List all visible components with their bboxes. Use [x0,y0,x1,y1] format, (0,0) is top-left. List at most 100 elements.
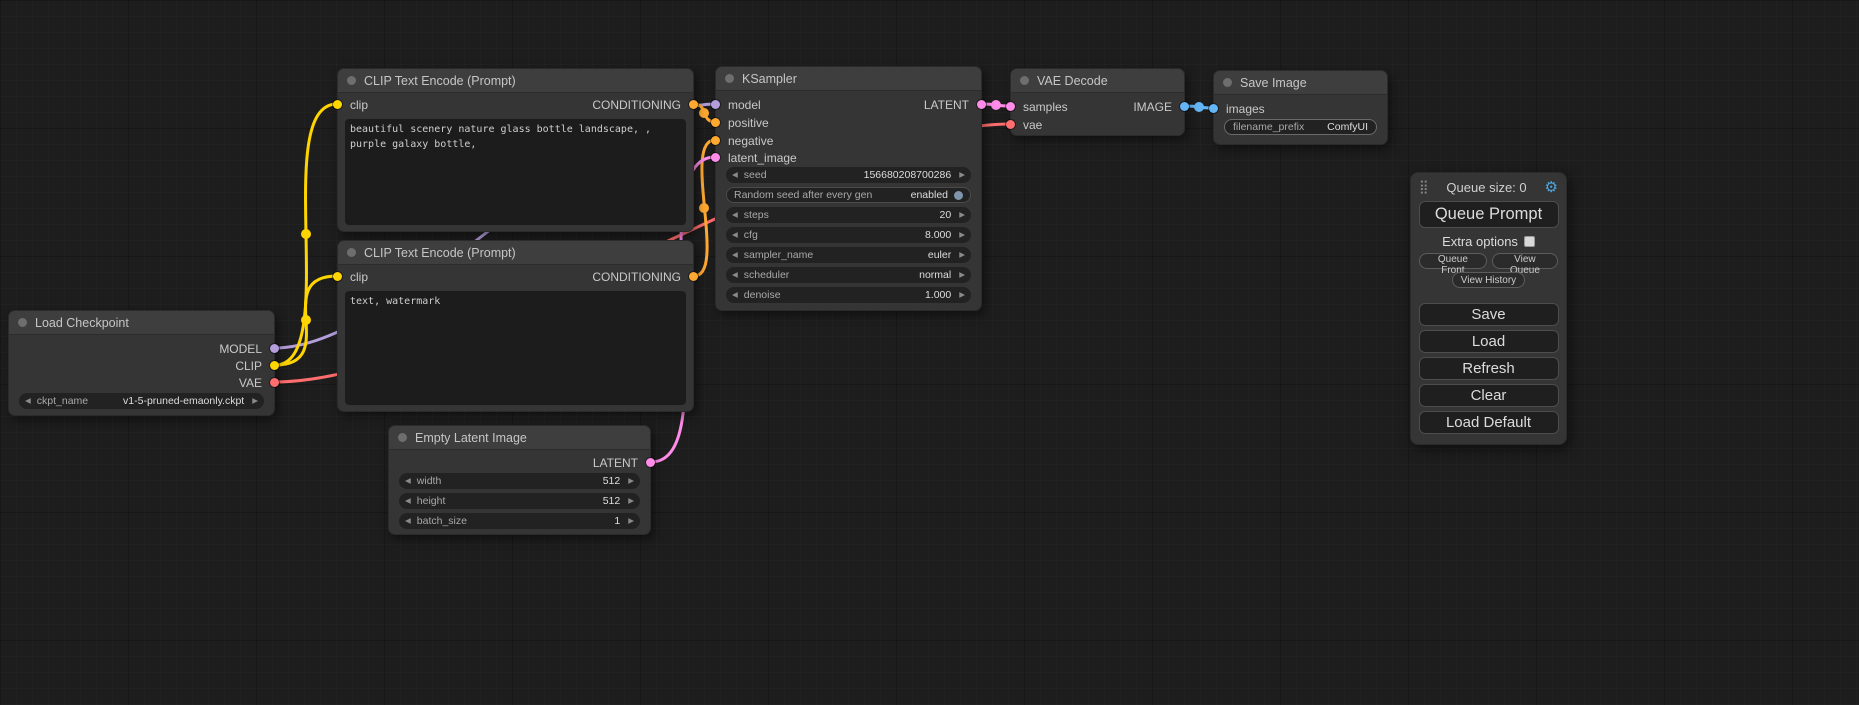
extra-options-label: Extra options [1442,234,1518,249]
input-port-clip[interactable] [333,100,342,109]
prev-arrow-icon[interactable]: ◀ [399,473,417,489]
next-arrow-icon[interactable]: ▶ [953,167,971,183]
input-port-latent-image[interactable] [711,153,720,162]
next-arrow-icon[interactable]: ▶ [622,473,640,489]
collapse-dot[interactable] [1223,78,1232,87]
widget-scheduler[interactable]: ◀ scheduler normal ▶ [726,267,971,283]
node-title-bar[interactable]: CLIP Text Encode (Prompt) [338,241,693,265]
queue-size-label: Queue size: 0 [1446,180,1526,195]
input-port-model[interactable] [711,100,720,109]
prev-arrow-icon[interactable]: ◀ [726,287,744,303]
node-vae-decode[interactable]: VAE Decode samples vae IMAGE [1010,68,1185,136]
refresh-button[interactable]: Refresh [1419,357,1559,380]
load-button[interactable]: Load [1419,330,1559,353]
node-title-bar[interactable]: Save Image [1214,71,1387,95]
extra-options-checkbox[interactable] [1524,236,1535,247]
output-port-latent[interactable] [646,458,655,467]
node-graph-canvas[interactable]: Load Checkpoint MODEL CLIP VAE ◀ ckpt_na… [0,0,1859,705]
next-arrow-icon[interactable]: ▶ [622,493,640,509]
widget-height[interactable]: ◀ height 512 ▶ [399,493,640,509]
collapse-dot[interactable] [398,433,407,442]
output-port-image[interactable] [1180,102,1189,111]
prompt-textarea[interactable]: text, watermark [345,291,686,405]
link-midpoint-dot [1194,102,1204,112]
widget-cfg[interactable]: ◀ cfg 8.000 ▶ [726,227,971,243]
widget-steps[interactable]: ◀ steps 20 ▶ [726,207,971,223]
load-default-button[interactable]: Load Default [1419,411,1559,434]
prev-arrow-icon[interactable]: ◀ [726,207,744,223]
settings-gear-icon[interactable]: ⚙ [1545,178,1558,196]
next-arrow-icon[interactable]: ▶ [953,227,971,243]
node-title-bar[interactable]: Load Checkpoint [9,311,274,335]
save-button[interactable]: Save [1419,303,1559,326]
input-port-vae[interactable] [1006,120,1015,129]
widget-seed[interactable]: ◀ seed 156680208700286 ▶ [726,167,971,183]
widget-filename-prefix[interactable]: filename_prefix ComfyUI [1224,119,1377,135]
clear-button[interactable]: Clear [1419,384,1559,407]
next-arrow-icon[interactable]: ▶ [953,287,971,303]
widget-value: euler [928,249,953,261]
prompt-textarea[interactable]: beautiful scenery nature glass bottle la… [345,119,686,225]
widget-ckpt-name[interactable]: ◀ ckpt_name v1-5-pruned-emaonly.ckpt ▶ [19,393,264,409]
output-label-conditioning: CONDITIONING [592,270,681,284]
input-port-clip[interactable] [333,272,342,281]
node-title-bar[interactable]: Empty Latent Image [389,426,650,450]
prev-arrow-icon[interactable]: ◀ [726,167,744,183]
widget-random-seed-toggle[interactable]: Random seed after every gen enabled [726,187,971,203]
widget-width[interactable]: ◀ width 512 ▶ [399,473,640,489]
node-save-image[interactable]: Save Image images filename_prefix ComfyU… [1213,70,1388,145]
input-port-positive[interactable] [711,118,720,127]
output-port-latent[interactable] [977,100,986,109]
collapse-dot[interactable] [1020,76,1029,85]
collapse-dot[interactable] [347,248,356,257]
input-port-images[interactable] [1209,104,1218,113]
prev-arrow-icon[interactable]: ◀ [19,393,37,409]
node-clip-text-encode-positive[interactable]: CLIP Text Encode (Prompt) clip CONDITION… [337,68,694,232]
prev-arrow-icon[interactable]: ◀ [726,227,744,243]
input-port-negative[interactable] [711,136,720,145]
collapse-dot[interactable] [18,318,27,327]
next-arrow-icon[interactable]: ▶ [622,513,640,529]
next-arrow-icon[interactable]: ▶ [953,247,971,263]
output-port-model[interactable] [270,344,279,353]
input-label-latent-image: latent_image [728,151,797,165]
prev-arrow-icon[interactable]: ◀ [726,267,744,283]
prev-arrow-icon[interactable]: ◀ [399,513,417,529]
widget-denoise[interactable]: ◀ denoise 1.000 ▶ [726,287,971,303]
collapse-dot[interactable] [725,74,734,83]
input-label-samples: samples [1023,100,1068,114]
node-clip-text-encode-negative[interactable]: CLIP Text Encode (Prompt) clip CONDITION… [337,240,694,412]
output-port-conditioning[interactable] [689,272,698,281]
output-label-latent: LATENT [924,98,969,112]
widget-value: 1.000 [925,289,953,301]
output-label-conditioning: CONDITIONING [592,98,681,112]
view-history-button[interactable]: View History [1452,272,1525,288]
node-load-checkpoint[interactable]: Load Checkpoint MODEL CLIP VAE ◀ ckpt_na… [8,310,275,416]
collapse-dot[interactable] [347,76,356,85]
link-midpoint-dot [301,229,311,239]
widget-sampler-name[interactable]: ◀ sampler_name euler ▶ [726,247,971,263]
node-empty-latent-image[interactable]: Empty Latent Image LATENT ◀ width 512 ▶ … [388,425,651,535]
node-title-bar[interactable]: CLIP Text Encode (Prompt) [338,69,693,93]
prev-arrow-icon[interactable]: ◀ [726,247,744,263]
next-arrow-icon[interactable]: ▶ [953,267,971,283]
node-title-bar[interactable]: KSampler [716,67,981,91]
queue-prompt-button[interactable]: Queue Prompt [1419,201,1559,228]
output-port-clip[interactable] [270,361,279,370]
prev-arrow-icon[interactable]: ◀ [399,493,417,509]
node-title-bar[interactable]: VAE Decode [1011,69,1184,93]
next-arrow-icon[interactable]: ▶ [953,207,971,223]
widget-batch-size[interactable]: ◀ batch_size 1 ▶ [399,513,640,529]
output-label-vae: VAE [239,376,262,390]
node-ksampler[interactable]: KSampler model positive negative latent_… [715,66,982,311]
drag-handle-icon[interactable]: ⣿ [1419,179,1429,195]
input-port-samples[interactable] [1006,102,1015,111]
toggle-dot[interactable] [954,191,963,200]
node-title: VAE Decode [1037,74,1108,88]
view-queue-button[interactable]: View Queue [1492,253,1558,269]
widget-label: height [417,495,446,507]
output-port-vae[interactable] [270,378,279,387]
output-port-conditioning[interactable] [689,100,698,109]
next-arrow-icon[interactable]: ▶ [246,393,264,409]
queue-front-button[interactable]: Queue Front [1419,253,1487,269]
